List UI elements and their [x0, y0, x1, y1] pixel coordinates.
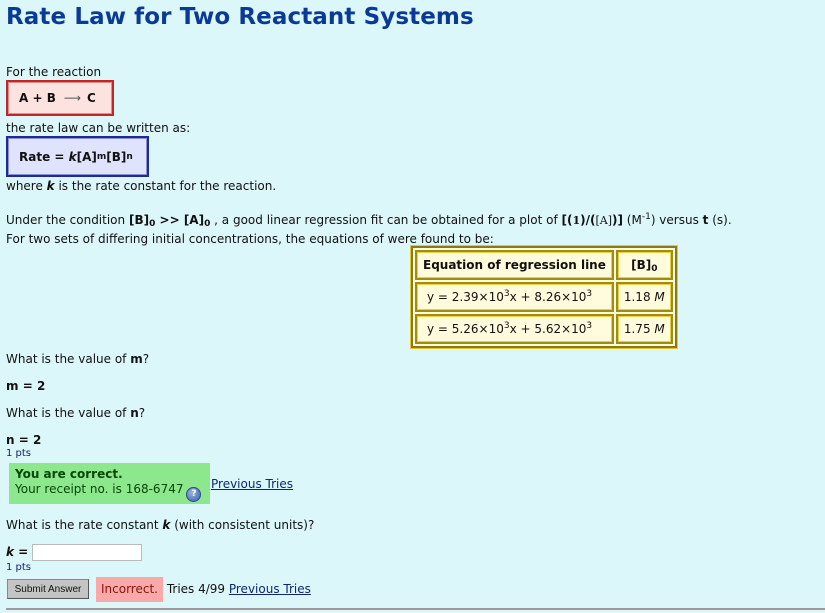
header-b0-sub: 0 — [651, 264, 658, 274]
rate-law-box: Rate = k [A] m [B] n — [6, 136, 149, 177]
divider — [6, 608, 825, 610]
where-post: is the rate constant for the reaction. — [54, 179, 277, 193]
help-icon[interactable]: ? — [186, 487, 202, 502]
submit-answer-button[interactable]: Submit Answer — [7, 579, 89, 599]
plot-a: [A] — [595, 214, 612, 227]
answer-n: n = 2 — [6, 433, 41, 447]
question-n-pre: What is the value of — [6, 406, 131, 420]
answer-m-value: 2 — [36, 379, 46, 393]
condition-mid: , a good linear regression fit can be ob… — [210, 213, 562, 227]
question-n-post: ? — [138, 406, 146, 420]
plot-mid: )/( — [580, 213, 596, 227]
question-k-pre: What is the rate constant — [6, 518, 163, 532]
answer-n-value: 2 — [32, 433, 42, 447]
reaction-product: C — [87, 91, 96, 105]
two-sets-text: For two sets of differing initial concen… — [6, 232, 494, 246]
time-units: (s). — [708, 213, 732, 227]
condition-pre: Under the condition — [6, 213, 129, 227]
answer-m-eq: = — [18, 379, 37, 393]
answer-m-label: m — [6, 379, 19, 393]
rate-law-prefix: Rate = — [19, 149, 69, 164]
question-m-pre: What is the value of — [6, 352, 131, 366]
points-n: 1 pts — [6, 448, 32, 459]
k-answer-input[interactable] — [32, 544, 142, 561]
question-n: What is the value of n? — [6, 406, 145, 420]
where-k-text: where k is the rate constant for the rea… — [6, 179, 276, 193]
rate-law-intro: the rate law can be written as: — [6, 121, 191, 135]
receipt-text: Your receipt no. is 168-6747 — [15, 482, 184, 496]
page-title: Rate Law for Two Reactant Systems — [6, 4, 474, 30]
reaction-reactants: A + B — [19, 91, 56, 105]
for-reaction-label: For the reaction — [6, 65, 102, 79]
conc-value: 1.75 — [623, 322, 651, 336]
answer-n-eq: = — [14, 433, 33, 447]
answer-m: m = 2 — [6, 379, 45, 393]
units-exp: -1 — [641, 212, 651, 222]
reaction-arrow-icon: ⟶ — [63, 91, 82, 105]
where-pre: where — [6, 179, 47, 193]
header-equation: Equation of regression line — [415, 250, 614, 280]
intercept-exp: 3 — [586, 321, 593, 331]
answer-k-label-row: k = — [6, 545, 28, 559]
answer-n-label: n — [6, 433, 15, 447]
header-b0-text: [B] — [631, 258, 652, 272]
answer-k-label: k — [6, 545, 14, 559]
rate-law-k: k — [68, 149, 77, 164]
slope: 2.39 — [451, 290, 479, 304]
plot-open: [( — [561, 213, 573, 227]
question-m-post: ? — [142, 352, 150, 366]
slope-exp: 3 — [503, 289, 510, 299]
plot-one: 1 — [572, 214, 581, 227]
question-n-var: n — [130, 406, 139, 420]
slope: 5.26 — [451, 322, 479, 336]
conc-cell: 1.18 M — [615, 282, 673, 312]
question-k: What is the rate constant k (with consis… — [6, 518, 314, 532]
correct-feedback: You are correct. Your receipt no. is 168… — [9, 463, 210, 504]
regression-table: Equation of regression line [B]0 y = 2.3… — [411, 246, 677, 348]
intercept: 5.62 — [534, 322, 562, 336]
question-m-var: m — [130, 352, 143, 366]
question-m: What is the value of m? — [6, 352, 149, 366]
rate-law-a: [A] — [76, 149, 97, 164]
units-close: ) versus — [650, 213, 703, 227]
points-k: 1 pts — [6, 562, 32, 573]
condition-gt: >> — [155, 213, 184, 227]
condition-a0: [A] — [183, 213, 205, 227]
equation-cell: y = 5.26×103x + 5.62×103 — [415, 314, 614, 344]
tries-count: Tries 4/99 — [163, 582, 229, 596]
conc-unit: M — [654, 290, 665, 304]
condition-b0: [B] — [128, 213, 150, 227]
condition-text: Under the condition [B]0 >> [A]0 , a goo… — [6, 212, 732, 229]
rate-law-b: [B] — [106, 149, 127, 164]
intercept: 8.26 — [534, 290, 562, 304]
question-k-post: (with consistent units)? — [170, 518, 315, 532]
plot-close: )] — [612, 213, 623, 227]
incorrect-badge: Incorrect. — [96, 577, 163, 602]
conc-cell: 1.75 M — [615, 314, 673, 344]
table-row: y = 2.39×103x + 8.26×103 1.18 M — [415, 282, 673, 312]
table-header-row: Equation of regression line [B]0 — [415, 250, 673, 280]
receipt-line: Your receipt no. is 168-6747? — [15, 482, 204, 502]
previous-tries-link-k[interactable]: Previous Tries — [229, 582, 311, 596]
intercept-exp: 3 — [586, 289, 593, 299]
correct-heading: You are correct. — [15, 467, 123, 481]
slope-exp: 3 — [503, 321, 510, 331]
conc-value: 1.18 — [623, 290, 651, 304]
table-row: y = 5.26×103x + 5.62×103 1.75 M — [415, 314, 673, 344]
answer-k-eq: = — [13, 545, 29, 559]
conc-unit: M — [654, 322, 665, 336]
reaction-box: A + B ⟶ C — [6, 80, 114, 116]
previous-tries-link[interactable]: Previous Tries — [211, 477, 293, 491]
header-b0: [B]0 — [615, 250, 673, 280]
tries-row: Tries 4/99 Previous Tries — [163, 582, 311, 596]
where-k: k — [46, 179, 55, 193]
units-open: (M — [622, 213, 642, 227]
equation-cell: y = 2.39×103x + 8.26×103 — [415, 282, 614, 312]
